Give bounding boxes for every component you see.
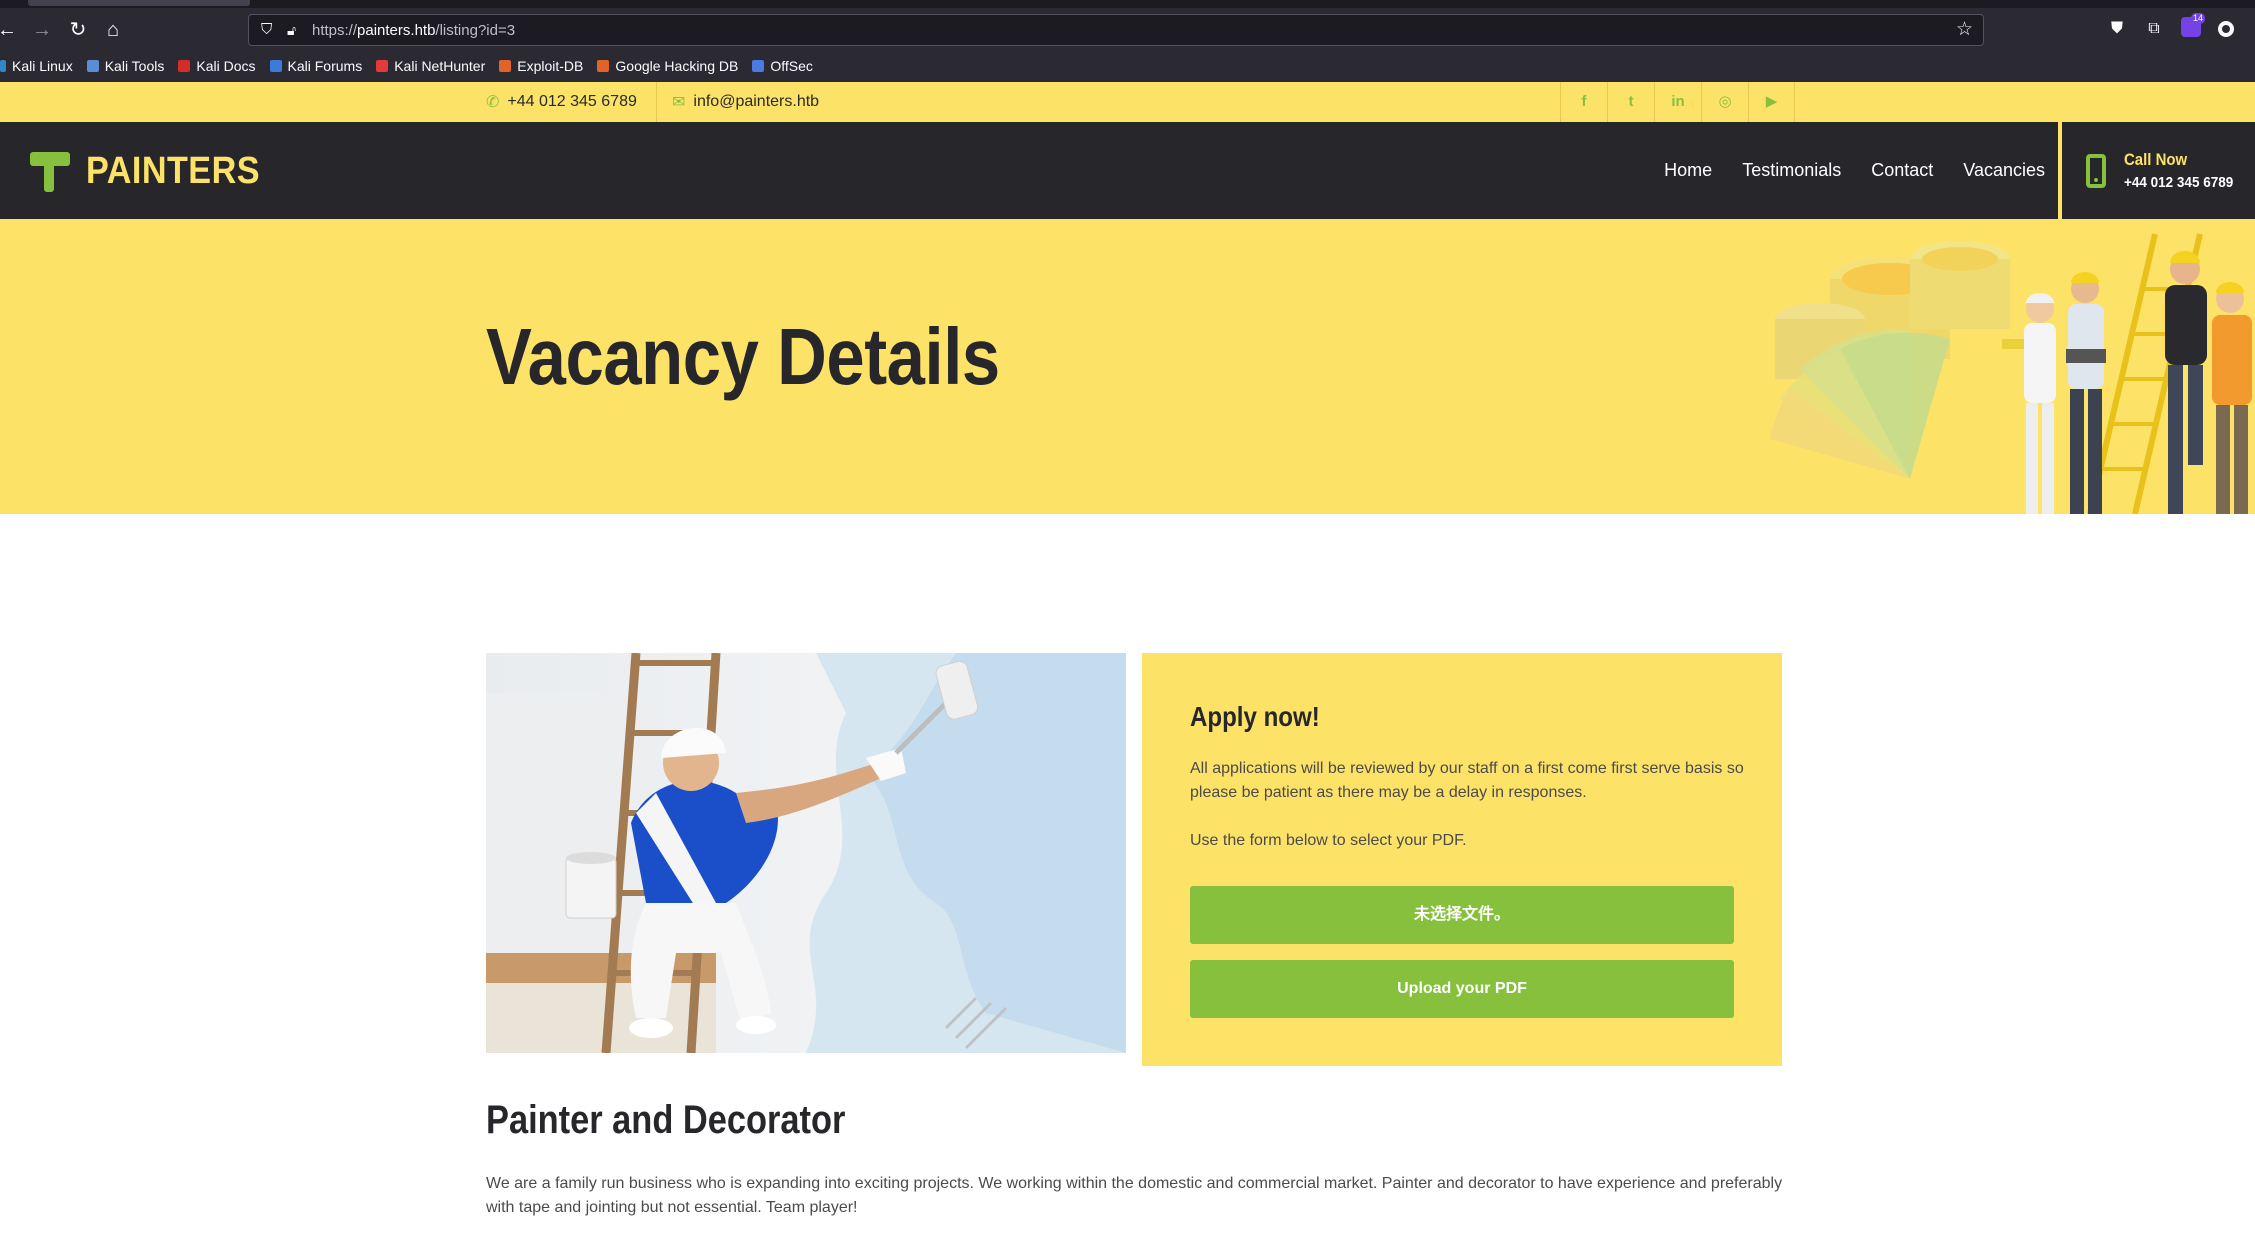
account-icon[interactable] — [2218, 21, 2234, 37]
bookmark-item[interactable]: Kali Linux — [0, 52, 73, 80]
job-description: We are a family run business who is expa… — [486, 1175, 1783, 1216]
bookmark-favicon-icon — [499, 60, 512, 72]
bookmark-label: Kali Docs — [196, 58, 256, 74]
bookmark-favicon-icon — [178, 60, 191, 72]
forward-icon[interactable]: → — [29, 17, 55, 43]
call-now-label: Call Now — [2124, 150, 2188, 169]
home-icon[interactable]: ⌂ — [100, 17, 126, 43]
nav-testimonials[interactable]: Testimonials — [1742, 160, 1841, 181]
site-logo[interactable]: PAINTERS — [30, 150, 279, 193]
contact-topbar: ✆ +44 012 345 6789 ✉ info@painters.htb f… — [0, 82, 2255, 122]
divider — [656, 82, 657, 122]
instagram-icon[interactable]: ◎ — [1701, 82, 1748, 122]
pocket-icon[interactable]: ⛊ — [2106, 18, 2128, 40]
bookmark-item[interactable]: OffSec — [752, 52, 813, 80]
apply-description: All applications will be reviewed by our… — [1190, 760, 1744, 801]
nav-vacancies[interactable]: Vacancies — [1963, 160, 2045, 181]
phone-icon: ✆ — [486, 94, 500, 111]
bookmark-favicon-icon — [597, 60, 610, 72]
bookmark-item[interactable]: Kali Docs — [178, 52, 256, 80]
bookmark-label: OffSec — [770, 58, 813, 74]
bookmark-item[interactable]: Kali Tools — [86, 52, 165, 80]
envelope-icon: ✉ — [672, 94, 686, 111]
upload-pdf-button[interactable]: Upload your PDF — [1190, 960, 1734, 1018]
topbar-phone[interactable]: ✆ +44 012 345 6789 — [486, 82, 637, 122]
topbar-email[interactable]: ✉ info@painters.htb — [672, 82, 819, 122]
job-title: Painter and Decorator — [486, 1098, 846, 1142]
extension-badge-icon[interactable]: 14 — [2181, 13, 2205, 37]
extensions-icon[interactable]: ⧉ — [2143, 18, 2165, 40]
bookmark-star-icon[interactable]: ☆ — [1956, 19, 1973, 41]
page-title: Vacancy Details — [486, 312, 1000, 401]
bookmarks-bar: Kali Linux Kali Tools Kali Docs Kali Forums… — [0, 52, 827, 80]
apply-title: Apply now! — [1190, 701, 1320, 732]
youtube-icon[interactable]: ▶ — [1748, 82, 1795, 122]
bookmark-item[interactable]: Kali Forums — [269, 52, 363, 80]
apply-instructions: Use the form below to select your PDF. — [1190, 832, 1467, 849]
file-select-button[interactable]: 未选择文件。 — [1190, 886, 1734, 944]
main-menu: Home Testimonials Contact Vacancies — [1634, 122, 2045, 219]
bookmark-label: Kali Linux — [12, 58, 73, 74]
bookmark-label: Kali NetHunter — [394, 58, 486, 74]
bookmark-label: Kali Tools — [104, 58, 165, 74]
apply-panel: Apply now! All applications will be revi… — [1142, 653, 1782, 1066]
back-icon[interactable]: ← — [0, 17, 20, 43]
brand-name: PAINTERS — [86, 150, 260, 192]
bookmark-label: Kali Forums — [287, 58, 363, 74]
bookmark-item[interactable]: Kali NetHunter — [376, 52, 485, 80]
tab-strip — [0, 0, 2255, 8]
bookmark-favicon-icon — [752, 60, 765, 72]
site-navbar: PAINTERS Home Testimonials Contact Vacan… — [0, 122, 2255, 219]
bookmark-item[interactable]: Exploit-DB — [499, 52, 583, 80]
nav-contact[interactable]: Contact — [1871, 160, 1933, 181]
bookmark-favicon-icon — [0, 60, 6, 72]
reload-icon[interactable]: ↻ — [65, 17, 91, 43]
topbar-phone-text: +44 012 345 6789 — [507, 93, 637, 110]
tracking-shield-icon[interactable]: ⛉ — [261, 20, 279, 40]
hero-painters-illustration — [1770, 233, 2252, 514]
nav-home[interactable]: Home — [1664, 160, 1712, 181]
bookmark-favicon-icon — [86, 60, 99, 72]
mobile-phone-icon — [2086, 154, 2106, 188]
url-text[interactable]: https://painters.htb/listing?id=3 — [312, 21, 515, 41]
bookmark-label: Exploit-DB — [517, 58, 584, 74]
call-now-box[interactable]: Call Now +44 012 345 6789 — [2058, 122, 2255, 219]
bookmark-favicon-icon — [376, 60, 389, 72]
lock-icon[interactable]: 🔓︎ — [287, 20, 305, 40]
social-links: f t in ◎ ▶ — [1560, 82, 1795, 122]
call-now-number: +44 012 345 6789 — [2124, 174, 2234, 191]
bookmark-favicon-icon — [269, 60, 282, 72]
page-hero: Vacancy Details — [0, 219, 2255, 514]
twitter-icon[interactable]: t — [1607, 82, 1654, 122]
paint-roller-icon — [30, 151, 70, 192]
facebook-icon[interactable]: f — [1560, 82, 1607, 122]
painter-photo — [486, 653, 1126, 1053]
bookmark-label: Google Hacking DB — [615, 58, 739, 74]
active-tab[interactable] — [28, 0, 250, 6]
bookmark-item[interactable]: Google Hacking DB — [597, 52, 738, 80]
topbar-email-text: info@painters.htb — [693, 93, 820, 110]
linkedin-icon[interactable]: in — [1654, 82, 1701, 122]
browser-toolbar: ← → ↻ ⌂ ⛉ 🔓︎ https://painters.htb/listin… — [0, 0, 2255, 82]
address-bar[interactable]: ⛉ 🔓︎ https://painters.htb/listing?id=3 ☆ — [248, 14, 1984, 46]
